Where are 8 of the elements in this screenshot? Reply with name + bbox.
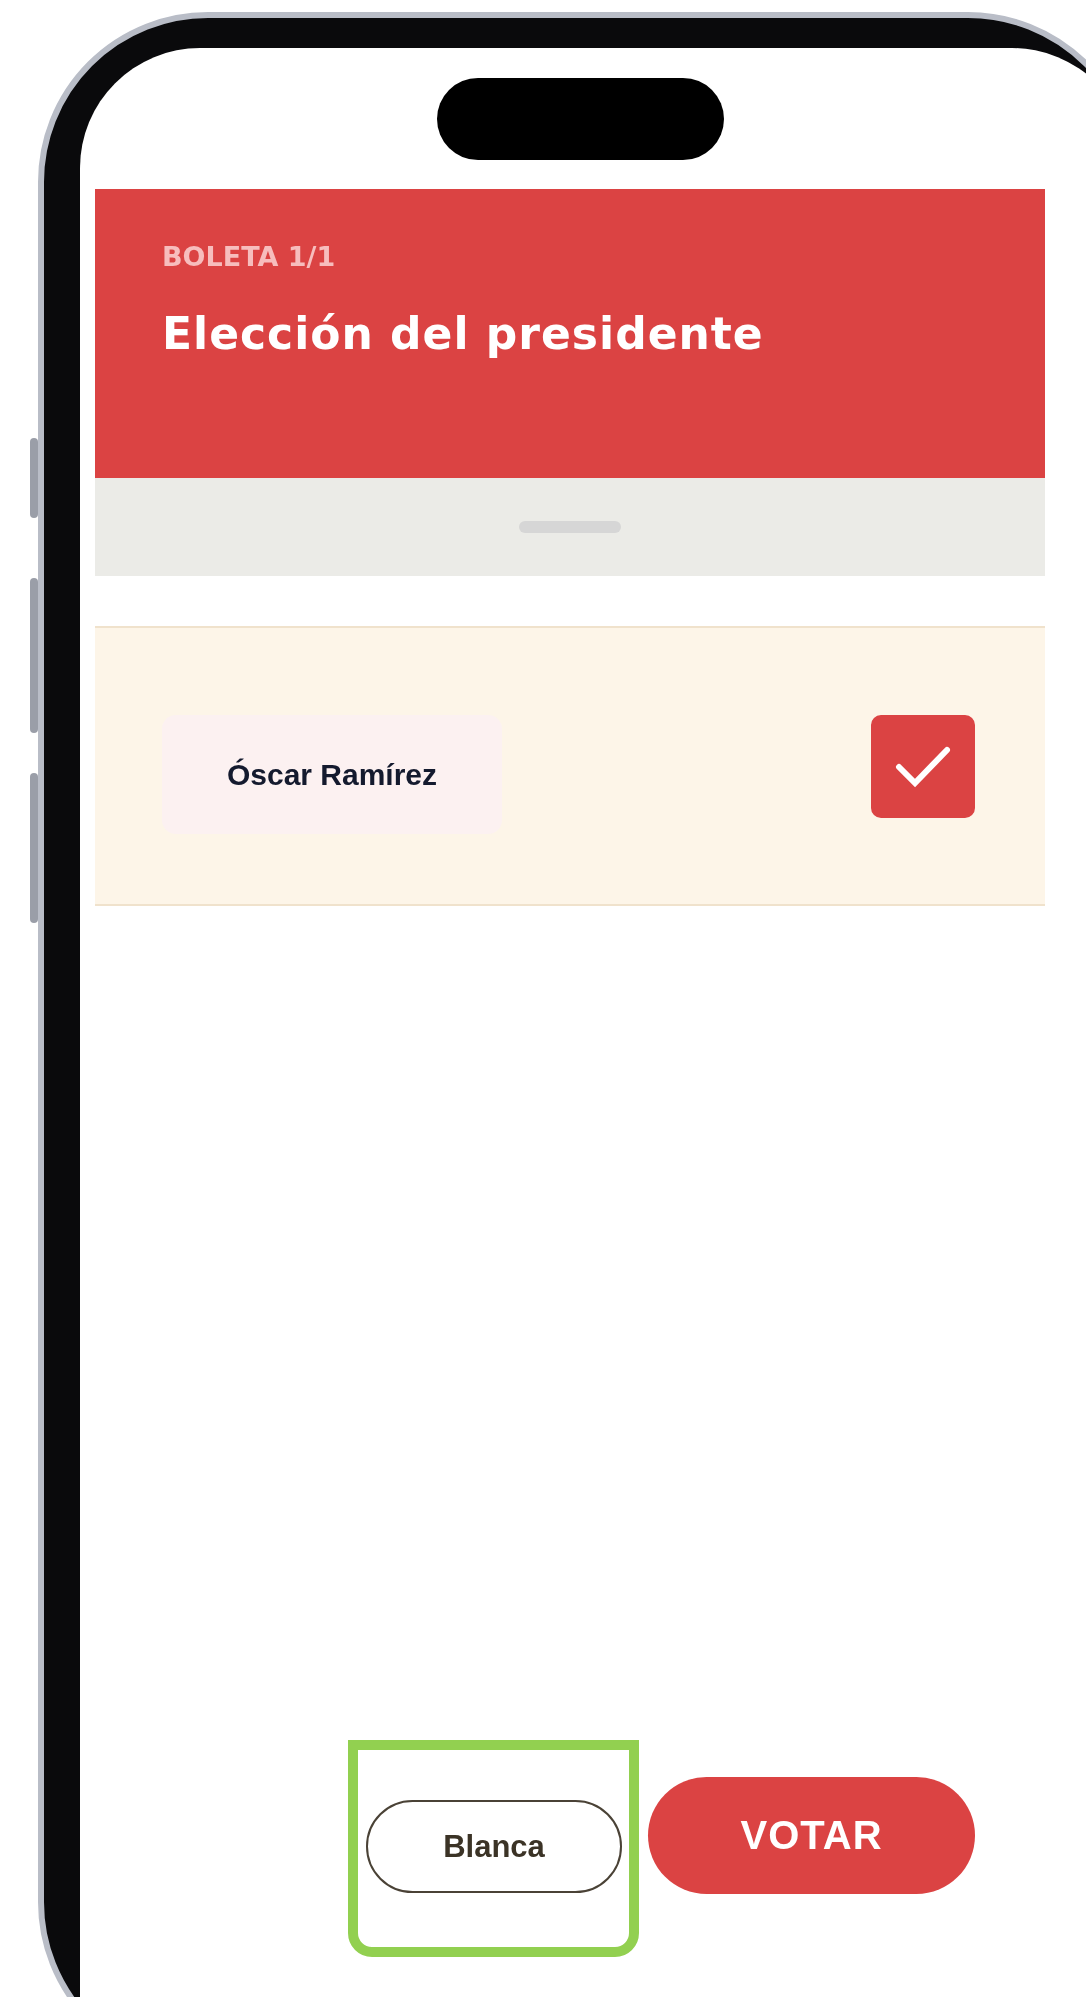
check-icon [895, 744, 951, 789]
candidate-name: Óscar Ramírez [162, 715, 502, 834]
blank-vote-button[interactable]: Blanca [366, 1800, 622, 1893]
candidate-row[interactable]: Óscar Ramírez [95, 626, 1045, 906]
ballot-title: Elección del presidente [162, 308, 765, 359]
ballot-label: BOLETA 1/1 [162, 241, 337, 272]
vote-button[interactable]: VOTAR [648, 1777, 975, 1894]
checkbox[interactable] [871, 715, 975, 818]
